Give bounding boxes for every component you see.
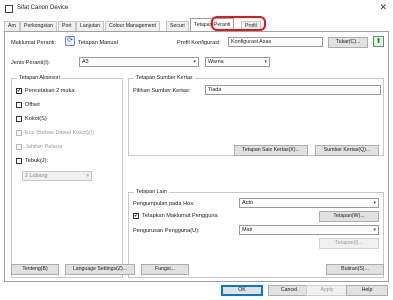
duplex-checkbox[interactable]: ✔ Pencetakan 2 muka — [16, 88, 74, 94]
staple-label: Kokot(S) — [25, 116, 47, 122]
tab-profile[interactable]: Profil — [241, 21, 261, 31]
cancel-button[interactable]: Cancel — [268, 285, 310, 296]
user-mgmt-settings-button[interactable]: Tetapan(I)... — [319, 238, 379, 249]
upload-icon[interactable]: ⬆ — [373, 36, 384, 47]
paper-size-settings-button[interactable]: Tetapan Saiz Kertas(X)... — [234, 145, 308, 156]
paper-source-select-label: Pilihan Sumber Kertas: — [133, 88, 191, 94]
paper-source-group: Tetapan Sumber Kertas Pilihan Sumber Ker… — [128, 75, 384, 156]
host-spool-select[interactable]: Auto ▾ — [239, 198, 379, 208]
punch-select[interactable]: 2 Lubang ▾ — [22, 171, 92, 181]
saddle-stitch-label: Jahitan Pelana — [25, 144, 63, 150]
tab-advanced[interactable]: Lanjutan — [76, 21, 104, 31]
chevron-down-icon: ▾ — [373, 227, 376, 233]
host-spool-label: Pengumpulan pada Hos: — [133, 201, 195, 207]
accessory-settings-group: Tetapan Aksesori ✔ Pencetakan 2 muka Off… — [11, 75, 123, 278]
chevron-down-icon: ▾ — [86, 173, 89, 179]
chevron-down-icon: ▾ — [373, 200, 376, 206]
window-title: Sifat Canon Device — [17, 5, 69, 11]
user-mgmt-label: Pengurusan Pengguna(U): — [133, 228, 200, 234]
staple-checkbox[interactable]: Kokot(S) — [16, 116, 47, 122]
duplex-label: Pencetakan 2 muka — [25, 88, 75, 94]
user-mgmt-value: Mati — [242, 227, 253, 233]
config-profile-field[interactable]: Konfigurasi Asas — [228, 37, 323, 47]
user-info-label: Tetapkan Maklumat Pengguna — [142, 213, 218, 219]
punch-value: 2 Lubang — [25, 173, 48, 179]
manual-settings-label: Tetapan Manual — [78, 40, 118, 46]
ok-button[interactable]: OK — [221, 285, 263, 296]
eco-staple-label: Eco (Bebas Dawai Kokot)(I) — [25, 130, 95, 136]
eco-staple-checkbox[interactable]: Eco (Bebas Dawai Kokot)(I) — [16, 130, 94, 136]
user-mgmt-select[interactable]: Mati ▾ — [239, 225, 379, 235]
tab-security[interactable]: Securi — [166, 21, 189, 31]
paper-size-select[interactable]: A3 ▾ — [79, 57, 199, 67]
paper-type-label: Jenis Peranti(I): — [11, 60, 51, 66]
other-settings-title: Tetapan Lain — [134, 189, 169, 195]
checkmark-icon: ✔ — [16, 88, 22, 94]
close-icon[interactable]: ✕ — [379, 3, 387, 12]
color-mode-value: Warna — [208, 59, 224, 65]
title-bar: Sifat Canon Device ✕ — [0, 0, 393, 18]
chevron-down-icon: ▾ — [193, 59, 196, 65]
help-button[interactable]: Help — [346, 285, 388, 296]
printer-icon — [5, 5, 13, 13]
paper-size-value: A3 — [82, 59, 89, 65]
tab-port[interactable]: Port — [58, 21, 76, 31]
paper-source-button[interactable]: Sumber Kertas(Q)... — [315, 145, 379, 156]
language-settings-button[interactable]: Language Settings(Z)... — [65, 264, 135, 275]
chevron-down-icon: ▾ — [264, 59, 267, 65]
device-info-label: Maklumat Peranti: — [11, 40, 57, 46]
offset-label: Offset — [25, 102, 40, 108]
about-button[interactable]: Butiran(S)... — [326, 264, 384, 275]
paper-source-title: Tetapan Sumber Kertas — [134, 75, 195, 81]
color-mode-select[interactable]: Warna ▾ — [205, 57, 270, 67]
paper-source-select[interactable]: Tiada — [205, 85, 381, 95]
function-button[interactable]: Fungsi... — [141, 264, 189, 275]
tab-colour-management[interactable]: Colour Management — [105, 21, 161, 31]
tab-strip: Am Perkongsian Port Lanjutan Colour Mana… — [4, 18, 389, 31]
punch-label: Tebuk(J): — [25, 158, 49, 164]
tab-device-settings[interactable]: Tetapan Peranti — [190, 18, 235, 31]
apply-button[interactable]: Apply — [306, 285, 348, 296]
device-settings-panel: Maklumat Peranti: ⟳ Tetapan Manual Profi… — [4, 31, 389, 282]
punch-checkbox[interactable]: Tebuk(J): — [16, 158, 48, 164]
tab-sharing[interactable]: Perkongsian — [20, 21, 57, 31]
offset-checkbox[interactable]: Offset — [16, 102, 40, 108]
saddle-stitch-checkbox[interactable]: Jahitan Pelana — [16, 144, 62, 150]
user-info-checkbox[interactable]: ✔ Tetapkan Maklumat Pengguna — [133, 213, 218, 219]
font-button[interactable]: Tenteng(B) — [11, 264, 59, 275]
host-spool-value: Auto — [242, 200, 254, 206]
change-button[interactable]: Tukar(C)... — [328, 37, 368, 48]
user-info-settings-button[interactable]: Tetapan(W)... — [319, 211, 379, 222]
checkmark-icon: ✔ — [133, 213, 139, 219]
tab-general[interactable]: Am — [4, 21, 20, 31]
config-profile-label: Profil Konfigurasi: — [177, 40, 221, 46]
accessory-settings-title: Tetapan Aksesori — [17, 75, 63, 81]
refresh-icon[interactable]: ⟳ — [65, 36, 75, 46]
